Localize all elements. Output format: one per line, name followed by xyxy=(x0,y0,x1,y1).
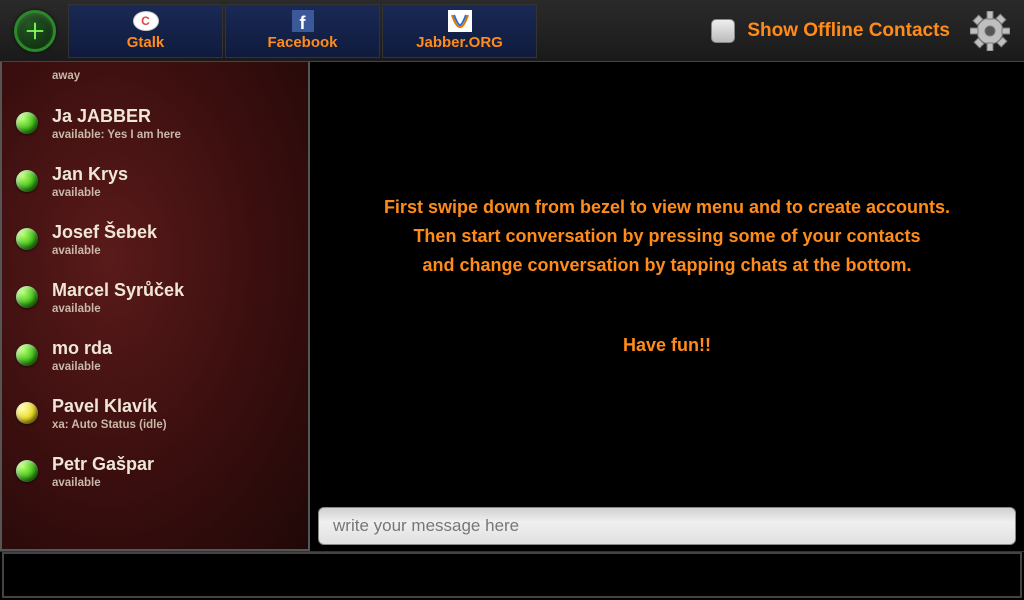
presence-indicator-icon xyxy=(16,228,38,250)
presence-indicator-icon xyxy=(16,170,38,192)
main-area: away Ja JABBER available: Yes I am here Jan… xyxy=(0,62,1024,552)
contact-status: available xyxy=(52,361,112,373)
facebook-icon: f xyxy=(290,10,316,32)
account-tab-label: Gtalk xyxy=(127,34,165,51)
presence-indicator-icon xyxy=(16,344,38,366)
top-bar: C Gtalk f Facebook Jabber.ORG Show Offline C… xyxy=(0,0,1024,62)
xmpp-icon xyxy=(447,10,473,32)
contact-name: Marcel Syrůček xyxy=(52,280,184,301)
contact-status: available xyxy=(52,187,128,199)
presence-indicator-icon xyxy=(16,286,38,308)
contact-status: xa: Auto Status (idle) xyxy=(52,419,167,431)
show-offline-toggle[interactable]: Show Offline Contacts xyxy=(711,19,950,43)
add-account-button[interactable] xyxy=(14,10,56,52)
contact-status: available xyxy=(52,477,154,489)
checkbox-icon xyxy=(711,19,735,43)
chat-panel: First swipe down from bezel to view menu… xyxy=(310,62,1024,551)
settings-button[interactable] xyxy=(968,9,1012,53)
contact-status: available xyxy=(52,303,184,315)
message-input[interactable] xyxy=(318,507,1016,545)
contact-row[interactable]: Ja JABBER available: Yes I am here xyxy=(2,94,308,152)
account-tab-facebook[interactable]: f Facebook xyxy=(225,4,380,58)
contact-row[interactable]: away xyxy=(2,64,308,94)
instructions-line: First swipe down from bezel to view menu… xyxy=(384,193,950,222)
instructions-line: and change conversation by tapping chats… xyxy=(422,251,911,280)
instructions-line: Then start conversation by pressing some… xyxy=(413,222,920,251)
contact-status: available: Yes I am here xyxy=(52,129,181,141)
show-offline-label: Show Offline Contacts xyxy=(747,20,950,42)
contact-name: Petr Gašpar xyxy=(52,454,154,475)
contact-row[interactable]: Petr Gašpar available xyxy=(2,442,308,500)
contact-row[interactable]: Pavel Klavík xa: Auto Status (idle) xyxy=(2,384,308,442)
gear-icon xyxy=(970,11,1010,51)
bottom-chat-bar[interactable] xyxy=(2,552,1022,598)
contact-name: Jan Krys xyxy=(52,164,128,185)
contact-status: away xyxy=(52,70,80,82)
presence-indicator-icon xyxy=(16,112,38,134)
presence-indicator-icon xyxy=(16,460,38,482)
presence-indicator-icon xyxy=(16,402,38,424)
message-input-container xyxy=(318,507,1016,545)
contact-name: Josef Šebek xyxy=(52,222,157,243)
plus-icon xyxy=(24,20,46,42)
contact-row[interactable]: mo rda available xyxy=(2,326,308,384)
instructions-text: First swipe down from bezel to view menu… xyxy=(310,62,1024,551)
account-tabs: C Gtalk f Facebook Jabber.ORG xyxy=(68,4,539,58)
account-tab-xmpp[interactable]: Jabber.ORG xyxy=(382,4,537,58)
account-tab-label: Facebook xyxy=(267,34,337,51)
contact-status: available xyxy=(52,245,157,257)
gtalk-icon: C xyxy=(133,10,159,32)
contact-row[interactable]: Jan Krys available xyxy=(2,152,308,210)
account-tab-gtalk[interactable]: C Gtalk xyxy=(68,4,223,58)
contact-name: Pavel Klavík xyxy=(52,396,167,417)
contact-row[interactable]: Marcel Syrůček available xyxy=(2,268,308,326)
contact-row[interactable]: Josef Šebek available xyxy=(2,210,308,268)
instructions-line: Have fun!! xyxy=(623,331,711,360)
contact-name: Ja JABBER xyxy=(52,106,181,127)
account-tab-label: Jabber.ORG xyxy=(416,34,503,51)
contacts-panel[interactable]: away Ja JABBER available: Yes I am here Jan… xyxy=(0,62,310,551)
contact-name: mo rda xyxy=(52,338,112,359)
